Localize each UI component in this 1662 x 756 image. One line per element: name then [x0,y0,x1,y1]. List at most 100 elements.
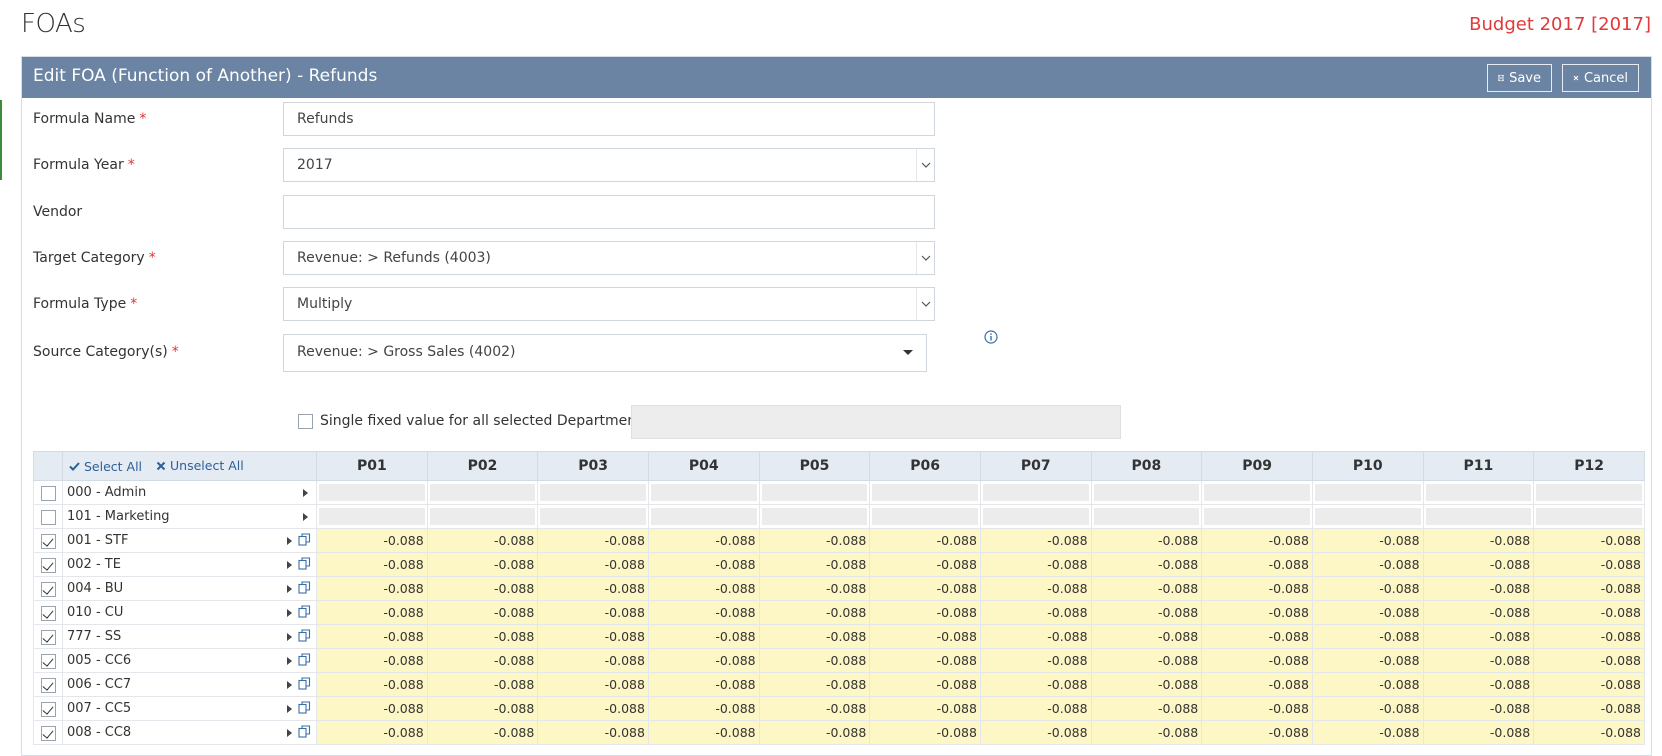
period-value-cell[interactable]: -0.088 [647,672,760,697]
period-value-cell[interactable]: -0.088 [1311,696,1424,721]
period-value-cell[interactable]: -0.088 [869,528,981,553]
period-value-cell[interactable]: -0.088 [647,696,760,721]
row-checkbox[interactable] [40,581,56,597]
row-checkbox[interactable] [40,653,56,669]
period-value-cell[interactable]: -0.088 [1201,528,1313,553]
caret-right-icon[interactable] [287,633,292,641]
period-value-cell[interactable]: -0.088 [1533,720,1645,745]
period-value-cell[interactable]: -0.088 [758,528,871,553]
period-value-cell[interactable]: -0.088 [979,648,1092,673]
period-value-cell[interactable]: -0.088 [426,696,539,721]
period-value-cell[interactable]: -0.088 [979,552,1092,577]
period-value-cell[interactable]: -0.088 [426,720,539,745]
budget-label[interactable]: Budget 2017 [2017] [1469,14,1651,35]
period-value-cell[interactable]: -0.088 [979,576,1092,601]
formula-type-select[interactable]: Multiply [283,287,935,321]
period-value-cell[interactable]: -0.088 [316,672,428,697]
period-value-cell[interactable]: -0.088 [1090,696,1203,721]
period-value-cell[interactable]: -0.088 [1201,552,1313,577]
caret-right-icon[interactable] [287,681,292,689]
period-value-cell[interactable]: -0.088 [316,576,428,601]
period-value-cell[interactable]: -0.088 [758,696,871,721]
period-value-cell[interactable]: -0.088 [1201,648,1313,673]
period-value-cell[interactable]: -0.088 [316,696,428,721]
period-value-cell[interactable]: -0.088 [1090,624,1203,649]
period-value-cell[interactable]: -0.088 [647,648,760,673]
period-value-cell[interactable]: -0.088 [1201,576,1313,601]
caret-right-icon[interactable] [287,705,292,713]
period-value-cell[interactable]: -0.088 [1311,600,1424,625]
copy-icon[interactable] [298,629,311,642]
period-value-cell[interactable]: -0.088 [1201,624,1313,649]
period-value-cell[interactable]: -0.088 [758,624,871,649]
period-value-cell[interactable]: -0.088 [758,720,871,745]
period-value-cell[interactable]: -0.088 [1311,576,1424,601]
caret-right-icon[interactable] [287,657,292,665]
select-all-link[interactable]: Select All [69,459,142,474]
period-value-cell[interactable]: -0.088 [1422,528,1535,553]
period-value-cell[interactable]: -0.088 [869,672,981,697]
period-value-cell[interactable]: -0.088 [1201,720,1313,745]
period-value-cell[interactable]: -0.088 [758,672,871,697]
period-value-cell[interactable]: -0.088 [1533,672,1645,697]
copy-icon[interactable] [298,725,311,738]
row-checkbox[interactable] [40,485,56,501]
period-value-cell[interactable]: -0.088 [1311,552,1424,577]
period-value-cell[interactable]: -0.088 [647,624,760,649]
period-value-cell[interactable]: -0.088 [537,528,649,553]
row-checkbox[interactable] [40,629,56,645]
chevron-down-icon[interactable] [916,288,934,320]
row-checkbox[interactable] [40,557,56,573]
period-value-cell[interactable]: -0.088 [979,528,1092,553]
period-value-cell[interactable]: -0.088 [869,552,981,577]
period-value-cell[interactable]: -0.088 [1422,552,1535,577]
period-value-cell[interactable]: -0.088 [1201,600,1313,625]
period-value-cell[interactable]: -0.088 [316,648,428,673]
period-value-cell[interactable]: -0.088 [1311,648,1424,673]
copy-icon[interactable] [298,701,311,714]
period-value-cell[interactable]: -0.088 [869,720,981,745]
period-value-cell[interactable]: -0.088 [1090,600,1203,625]
period-value-cell[interactable]: -0.088 [1422,720,1535,745]
period-value-cell[interactable]: -0.088 [316,720,428,745]
period-value-cell[interactable]: -0.088 [1311,528,1424,553]
formula-name-input[interactable]: Refunds [283,102,935,136]
caret-right-icon[interactable] [287,585,292,593]
caret-right-icon[interactable] [287,561,292,569]
period-value-cell[interactable]: -0.088 [537,672,649,697]
period-value-cell[interactable]: -0.088 [869,576,981,601]
target-category-select[interactable]: Revenue: > Refunds (4003) [283,241,935,275]
single-fixed-value-input[interactable] [631,405,1121,439]
period-value-cell[interactable]: -0.088 [647,720,760,745]
period-value-cell[interactable]: -0.088 [1533,696,1645,721]
period-value-cell[interactable]: -0.088 [647,528,760,553]
caret-down-icon[interactable] [903,350,913,355]
period-value-cell[interactable]: -0.088 [426,528,539,553]
period-value-cell[interactable]: -0.088 [1090,528,1203,553]
period-value-cell[interactable]: -0.088 [537,648,649,673]
copy-icon[interactable] [298,653,311,666]
period-value-cell[interactable]: -0.088 [316,600,428,625]
period-value-cell[interactable]: -0.088 [537,696,649,721]
period-value-cell[interactable]: -0.088 [1533,600,1645,625]
period-value-cell[interactable]: -0.088 [647,600,760,625]
vendor-input[interactable] [283,195,935,229]
period-value-cell[interactable]: -0.088 [426,552,539,577]
period-value-cell[interactable]: -0.088 [426,600,539,625]
period-value-cell[interactable]: -0.088 [1201,696,1313,721]
chevron-down-icon[interactable] [916,149,934,181]
period-value-cell[interactable]: -0.088 [1422,648,1535,673]
period-value-cell[interactable]: -0.088 [1533,528,1645,553]
period-value-cell[interactable]: -0.088 [1311,672,1424,697]
period-value-cell[interactable]: -0.088 [1311,720,1424,745]
copy-icon[interactable] [298,557,311,570]
period-value-cell[interactable]: -0.088 [537,552,649,577]
period-value-cell[interactable]: -0.088 [1422,600,1535,625]
period-value-cell[interactable]: -0.088 [1533,576,1645,601]
period-value-cell[interactable]: -0.088 [316,624,428,649]
period-value-cell[interactable]: -0.088 [979,624,1092,649]
copy-icon[interactable] [298,677,311,690]
row-checkbox[interactable] [40,605,56,621]
period-value-cell[interactable]: -0.088 [316,552,428,577]
period-value-cell[interactable]: -0.088 [1201,672,1313,697]
